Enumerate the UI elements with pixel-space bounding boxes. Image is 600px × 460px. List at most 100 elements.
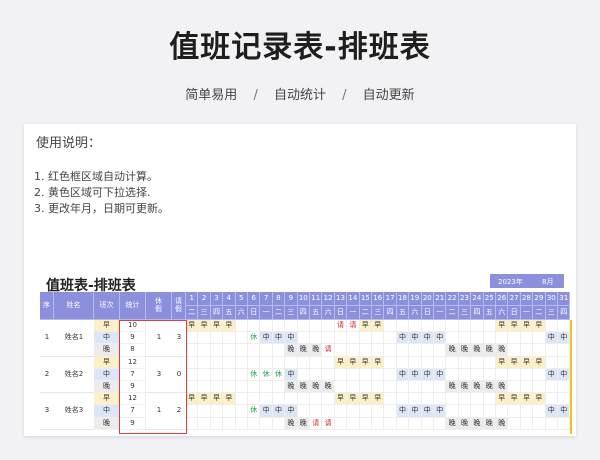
schedule-cell-20[interactable]: 中 <box>421 368 434 381</box>
schedule-cell-21[interactable] <box>434 393 447 406</box>
schedule-cell-25[interactable] <box>483 320 496 333</box>
schedule-cell-9[interactable] <box>285 393 298 406</box>
schedule-cell-3[interactable] <box>210 405 224 418</box>
schedule-cell-20[interactable] <box>421 320 434 333</box>
schedule-cell-22[interactable]: 晚 <box>446 381 459 394</box>
schedule-cell-23[interactable] <box>458 356 472 369</box>
schedule-cell-8[interactable]: 中 <box>272 405 286 418</box>
shift-type-select[interactable]: 早 <box>94 356 120 369</box>
schedule-cell-31[interactable] <box>558 393 571 406</box>
schedule-cell-14[interactable] <box>347 381 360 394</box>
schedule-cell-20[interactable] <box>421 381 434 394</box>
schedule-cell-26[interactable] <box>496 332 509 345</box>
schedule-cell-20[interactable] <box>421 417 434 430</box>
shift-type-select[interactable]: 中 <box>94 368 120 381</box>
schedule-cell-17[interactable] <box>384 368 397 381</box>
schedule-cell-15[interactable] <box>359 381 372 394</box>
schedule-cell-11[interactable] <box>310 332 323 345</box>
schedule-cell-15[interactable]: 早 <box>359 393 372 406</box>
schedule-cell-29[interactable] <box>533 344 546 357</box>
schedule-cell-18[interactable]: 中 <box>396 405 410 418</box>
schedule-cell-17[interactable] <box>384 405 397 418</box>
schedule-cell-11[interactable] <box>310 356 323 369</box>
schedule-cell-10[interactable] <box>297 368 310 381</box>
shift-type-select[interactable]: 早 <box>94 320 120 333</box>
schedule-cell-18[interactable] <box>396 344 410 357</box>
schedule-cell-7[interactable]: 中 <box>260 332 273 345</box>
schedule-cell-23[interactable]: 晚 <box>458 344 472 357</box>
schedule-cell-20[interactable] <box>421 393 434 406</box>
schedule-cell-24[interactable] <box>471 393 484 406</box>
schedule-cell-24[interactable] <box>471 320 484 333</box>
schedule-cell-21[interactable] <box>434 381 447 394</box>
schedule-cell-25[interactable]: 晚 <box>483 344 496 357</box>
schedule-cell-25[interactable] <box>483 393 496 406</box>
schedule-cell-6[interactable] <box>248 417 261 430</box>
schedule-cell-3[interactable] <box>210 381 224 394</box>
schedule-cell-30[interactable]: 中 <box>545 405 558 418</box>
schedule-cell-5[interactable] <box>235 368 248 381</box>
schedule-cell-30[interactable] <box>545 320 558 333</box>
schedule-cell-15[interactable] <box>359 332 372 345</box>
schedule-cell-2[interactable] <box>198 368 211 381</box>
shift-type-select[interactable]: 中 <box>94 405 120 418</box>
schedule-cell-28[interactable] <box>520 368 534 381</box>
schedule-cell-13[interactable] <box>334 417 348 430</box>
schedule-cell-15[interactable]: 早 <box>359 356 372 369</box>
schedule-cell-18[interactable]: 中 <box>396 368 410 381</box>
schedule-cell-17[interactable] <box>384 393 397 406</box>
schedule-cell-26[interactable]: 晚 <box>496 417 509 430</box>
schedule-cell-3[interactable] <box>210 332 224 345</box>
schedule-cell-24[interactable] <box>471 332 484 345</box>
schedule-cell-10[interactable] <box>297 332 310 345</box>
schedule-cell-2[interactable] <box>198 381 211 394</box>
schedule-cell-1[interactable]: 早 <box>186 393 199 406</box>
schedule-cell-21[interactable]: 中 <box>434 368 447 381</box>
schedule-cell-9[interactable] <box>285 320 298 333</box>
schedule-cell-14[interactable] <box>347 332 360 345</box>
schedule-cell-27[interactable]: 早 <box>508 356 521 369</box>
schedule-cell-17[interactable] <box>384 320 397 333</box>
schedule-cell-5[interactable] <box>235 405 248 418</box>
schedule-cell-25[interactable] <box>483 405 496 418</box>
schedule-cell-3[interactable]: 早 <box>210 393 224 406</box>
schedule-cell-31[interactable]: 中 <box>558 368 571 381</box>
schedule-cell-9[interactable]: 中 <box>285 332 298 345</box>
schedule-cell-21[interactable]: 中 <box>434 332 447 345</box>
schedule-cell-31[interactable] <box>558 356 571 369</box>
schedule-cell-29[interactable]: 早 <box>533 393 546 406</box>
schedule-cell-23[interactable]: 晚 <box>458 417 472 430</box>
schedule-cell-27[interactable]: 早 <box>508 320 521 333</box>
schedule-cell-16[interactable] <box>372 344 385 357</box>
schedule-cell-23[interactable] <box>458 368 472 381</box>
schedule-cell-12[interactable] <box>322 332 335 345</box>
schedule-cell-6[interactable] <box>248 381 261 394</box>
schedule-cell-8[interactable] <box>272 417 286 430</box>
schedule-cell-13[interactable] <box>334 405 348 418</box>
schedule-cell-14[interactable] <box>347 417 360 430</box>
schedule-cell-20[interactable]: 中 <box>421 405 434 418</box>
schedule-cell-8[interactable] <box>272 344 286 357</box>
schedule-cell-16[interactable] <box>372 332 385 345</box>
schedule-cell-19[interactable] <box>409 393 422 406</box>
schedule-cell-10[interactable]: 晚 <box>297 344 310 357</box>
schedule-cell-17[interactable] <box>384 344 397 357</box>
schedule-cell-8[interactable] <box>272 320 286 333</box>
schedule-cell-31[interactable] <box>558 320 571 333</box>
schedule-cell-5[interactable] <box>235 356 248 369</box>
schedule-cell-21[interactable] <box>434 356 447 369</box>
schedule-cell-15[interactable] <box>359 368 372 381</box>
schedule-cell-4[interactable]: 早 <box>223 320 236 333</box>
schedule-cell-3[interactable]: 早 <box>210 320 224 333</box>
schedule-cell-23[interactable] <box>458 393 472 406</box>
schedule-cell-13[interactable] <box>334 381 348 394</box>
schedule-cell-17[interactable] <box>384 381 397 394</box>
schedule-cell-8[interactable] <box>272 393 286 406</box>
schedule-cell-11[interactable]: 晚 <box>310 344 323 357</box>
schedule-cell-13[interactable] <box>334 332 348 345</box>
schedule-cell-14[interactable] <box>347 368 360 381</box>
schedule-cell-15[interactable]: 早 <box>359 320 372 333</box>
schedule-cell-25[interactable] <box>483 356 496 369</box>
schedule-cell-29[interactable]: 早 <box>533 356 546 369</box>
schedule-cell-2[interactable] <box>198 356 211 369</box>
